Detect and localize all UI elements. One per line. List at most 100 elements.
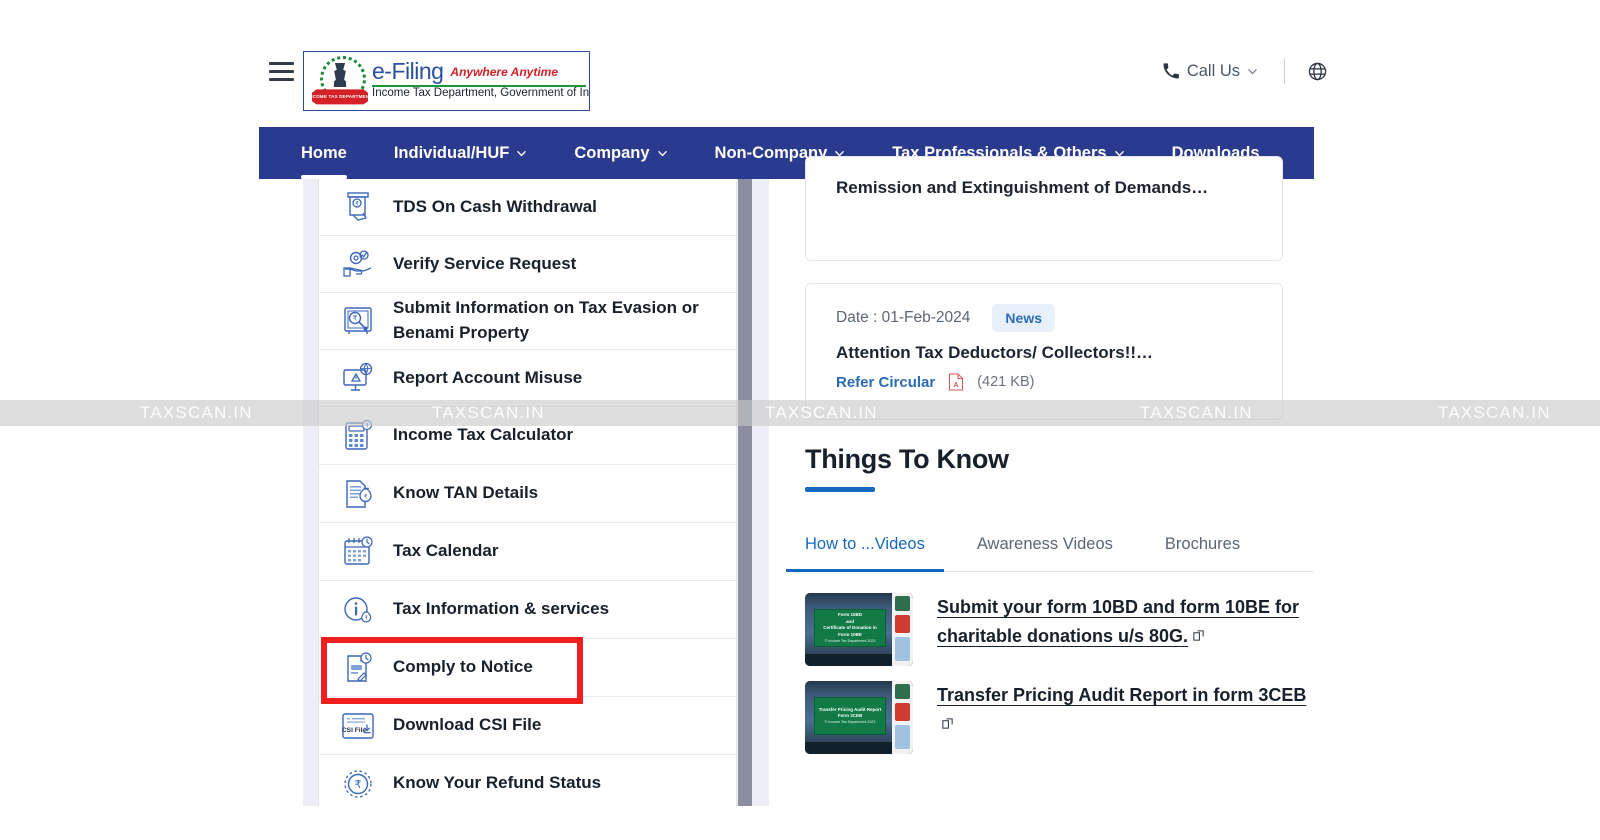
header-right-controls: Call Us: [1162, 58, 1328, 84]
sidebar-item-income-tax-calculator[interactable]: ₹ Income Tax Calculator: [319, 407, 736, 465]
chevron-down-icon: [1248, 68, 1257, 74]
video-title-link[interactable]: Transfer Pricing Audit Report in form 3C…: [937, 681, 1317, 739]
sidebar-scrollbar-thumb[interactable]: [738, 179, 752, 806]
sidebar-label: Verify Service Request: [393, 253, 577, 273]
sidebar-item-download-csi-file[interactable]: CSI File Download CSI File: [319, 697, 736, 755]
header-divider: [1284, 58, 1285, 84]
nav-label-company: Company: [574, 143, 650, 162]
sidebar-item-comply-to-notice[interactable]: Comply to Notice: [319, 639, 736, 697]
list-item[interactable]: Transfer Pricing Audit Report Form 3CEB …: [805, 681, 1325, 754]
video-thumbnail[interactable]: Transfer Pricing Audit Report Form 3CEB …: [805, 681, 913, 754]
section-title: Things To Know: [805, 444, 1009, 474]
sidebar-item-tax-information-services[interactable]: ₹ Tax Information & services: [319, 581, 736, 639]
tab-awareness-videos[interactable]: Awareness Videos: [977, 535, 1113, 571]
sidebar-label: Income Tax Calculator: [393, 425, 574, 445]
call-us-button[interactable]: Call Us: [1162, 62, 1258, 81]
things-to-know-tabs: How to ...Videos Awareness Videos Brochu…: [786, 535, 1313, 572]
india-emblem-icon: INCOME TAX DEPARTMENT: [312, 55, 368, 109]
sidebar-label: Tax Calendar: [393, 541, 499, 561]
thumb-line-4: © Income Tax Department 2023: [824, 638, 876, 643]
tab-how-to-videos[interactable]: How to ...Videos: [786, 535, 944, 572]
news-card[interactable]: Remission and Extinguishment of Demands…: [805, 156, 1283, 261]
tab-label: How to ...Videos: [805, 535, 925, 553]
status-badge: News: [992, 304, 1055, 332]
news-attachment-row: Refer Circular A (421 KB): [836, 373, 1034, 391]
content-area: ₹ TDS On Cash Withdrawal Verify Service …: [0, 156, 1600, 806]
video-title: Submit your form 10BD and form 10BE for …: [937, 597, 1300, 647]
sidebar-label: Comply to Notice: [393, 657, 533, 677]
video-thumbnail[interactable]: Form 10BD and Certificate of Donation in…: [805, 593, 913, 666]
svg-text:₹: ₹: [365, 422, 369, 429]
nav-item-home[interactable]: Home: [301, 127, 347, 179]
logo-subtitle: Income Tax Department, Government of Ind…: [372, 87, 590, 99]
nav-item-company[interactable]: Company: [574, 127, 667, 179]
svg-text:₹: ₹: [364, 493, 368, 500]
pdf-icon[interactable]: A: [948, 373, 964, 391]
nav-item-individual-huf[interactable]: Individual/HUF: [394, 127, 528, 179]
tab-label: Brochures: [1164, 535, 1241, 553]
atm-cash-icon: ₹: [339, 187, 377, 227]
hamburger-icon[interactable]: [269, 62, 294, 81]
services-sidebar: ₹ TDS On Cash Withdrawal Verify Service …: [318, 179, 737, 806]
svg-text:₹: ₹: [353, 315, 358, 323]
svg-text:₹: ₹: [355, 778, 362, 791]
efiling-logo[interactable]: INCOME TAX DEPARTMENT e-Filing Anywhere …: [303, 51, 590, 111]
svg-text:A: A: [954, 382, 959, 389]
tab-active-underline: [786, 569, 944, 572]
sidebar-item-submit-information-tax-evasion[interactable]: ₹ Submit Information on Tax Evasion or B…: [319, 293, 736, 350]
sidebar-item-know-your-refund-status[interactable]: ₹ Know Your Refund Status: [319, 755, 736, 806]
tab-brochures[interactable]: Brochures: [1165, 535, 1240, 571]
logo-tagline: Anywhere Anytime: [450, 64, 559, 79]
logo-brand: e-Filing: [372, 58, 444, 84]
emblem-ribbon-text: INCOME TAX DEPARTMENT: [307, 94, 373, 99]
external-link-icon: [942, 718, 953, 729]
sidebar-item-report-account-misuse[interactable]: Report Account Misuse: [319, 350, 736, 407]
page-shell: INCOME TAX DEPARTMENT e-Filing Anywhere …: [0, 0, 1600, 806]
sidebar-label: Report Account Misuse: [393, 367, 583, 387]
video-title: Transfer Pricing Audit Report in form 3C…: [937, 685, 1307, 705]
left-gutter-band: [303, 179, 318, 806]
video-title-link[interactable]: Submit your form 10BD and form 10BE for …: [937, 593, 1317, 651]
site-header: INCOME TAX DEPARTMENT e-Filing Anywhere …: [0, 0, 1600, 127]
sidebar-item-tax-calendar[interactable]: Tax Calendar: [319, 523, 736, 581]
call-us-label: Call Us: [1186, 61, 1240, 80]
calculator-rupee-icon: ₹: [339, 416, 377, 456]
thumb-line-4: © Income Tax Department 2023: [824, 720, 876, 725]
chevron-down-icon: [657, 150, 667, 157]
globe-icon[interactable]: [1307, 61, 1328, 82]
section-underline: [805, 487, 875, 492]
page-bottom-filler: [0, 806, 1600, 840]
tab-label: Awareness Videos: [976, 535, 1113, 553]
thumb-line-1: Transfer Pricing Audit Report: [818, 706, 882, 712]
sidebar-label: Download CSI File: [393, 715, 542, 735]
csi-file-download-icon: CSI File: [339, 706, 377, 746]
file-size: (421 KB): [977, 374, 1035, 390]
thumb-line-3: Form 3CEB: [837, 713, 863, 719]
right-column: Remission and Extinguishment of Demands……: [769, 156, 1600, 806]
sidebar-label: Tax Information & services: [393, 599, 610, 619]
sidebar-item-know-tan-details[interactable]: ₹ Know TAN Details: [319, 465, 736, 523]
svg-text:₹: ₹: [355, 201, 359, 208]
nav-label-home: Home: [301, 143, 347, 162]
calendar-clock-icon: [339, 532, 377, 572]
svg-text:CSI File: CSI File: [342, 727, 367, 734]
hand-gear-check-icon: [339, 244, 377, 284]
refer-circular-link[interactable]: Refer Circular: [836, 374, 935, 391]
sidebar-label: TDS On Cash Withdrawal: [393, 196, 597, 216]
sidebar-label: Know Your Refund Status: [393, 773, 602, 793]
safe-magnifier-rupee-icon: ₹: [339, 301, 377, 341]
svg-text:₹: ₹: [364, 615, 368, 621]
monitor-warning-icon: [339, 358, 377, 398]
nav-label-individual-huf: Individual/HUF: [393, 143, 510, 162]
chevron-down-icon: [517, 150, 527, 157]
thumb-line-3: Certificate of Donation in Form 10BE: [823, 625, 877, 638]
news-card[interactable]: Date : 01-Feb-2024 News Attention Tax De…: [805, 283, 1283, 420]
sidebar-item-tds-on-cash-withdrawal[interactable]: ₹ TDS On Cash Withdrawal: [319, 179, 736, 236]
screenshot-root: INCOME TAX DEPARTMENT e-Filing Anywhere …: [0, 0, 1600, 840]
sidebar-item-verify-service-request[interactable]: Verify Service Request: [319, 236, 736, 293]
news-card-title: Remission and Extinguishment of Demands…: [836, 178, 1209, 197]
news-card-title: Attention Tax Deductors/ Collectors!!…: [836, 343, 1154, 362]
list-item[interactable]: Form 10BD and Certificate of Donation in…: [805, 593, 1325, 666]
thumb-line-1: Form 10BD: [837, 611, 862, 617]
video-list: Form 10BD and Certificate of Donation in…: [805, 593, 1325, 769]
